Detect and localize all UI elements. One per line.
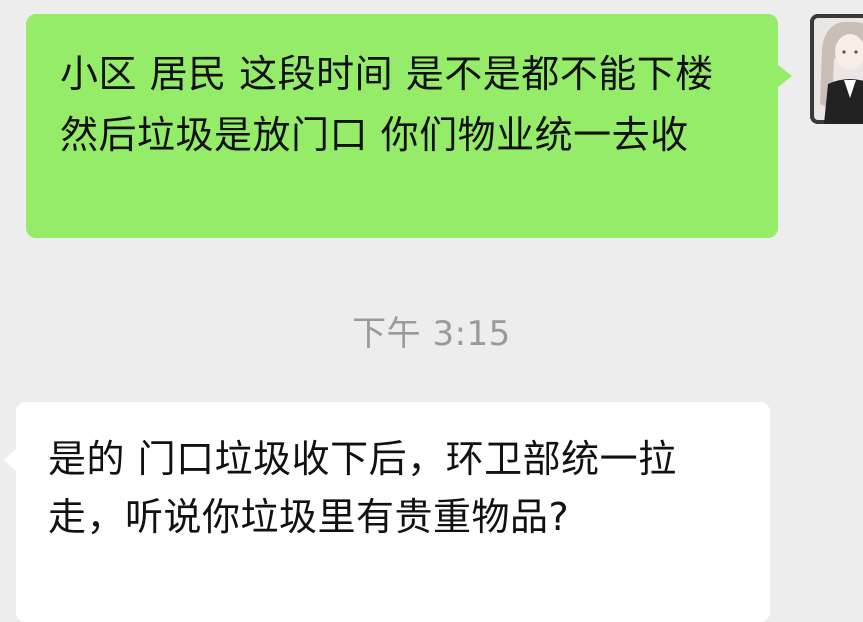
outgoing-message-bubble[interactable]: 小区 居民 这段时间 是不是都不能下楼 然后垃圾是放门口 你们物业统一去收 — [26, 14, 792, 238]
outgoing-message-text: 小区 居民 这段时间 是不是都不能下楼 然后垃圾是放门口 你们物业统一去收 — [60, 52, 714, 157]
incoming-message-bubble[interactable]: 是的 门口垃圾收下后，环卫部统一拉走，听说你垃圾里有贵重物品? — [4, 402, 770, 622]
avatar-image — [810, 14, 863, 124]
chat-conversation: 小区 居民 这段时间 是不是都不能下楼 然后垃圾是放门口 你们物业统一去收 下午… — [0, 0, 863, 622]
user-avatar-icon[interactable] — [810, 14, 863, 124]
incoming-message-text: 是的 门口垃圾收下后，环卫部统一拉走，听说你垃圾里有贵重物品? — [48, 437, 677, 539]
message-timestamp: 下午 3:15 — [352, 314, 511, 354]
